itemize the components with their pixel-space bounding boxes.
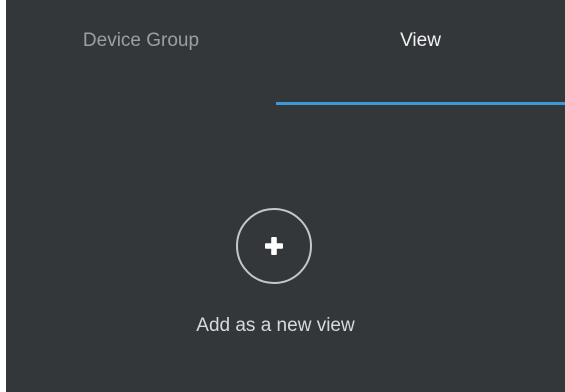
plus-icon [265, 237, 283, 255]
view-panel: Device Group View Add as a new view [6, 0, 565, 392]
tab-bar: Device Group View [6, 0, 565, 105]
tab-device-group-label: Device Group [82, 29, 200, 51]
add-view-button[interactable] [236, 208, 312, 284]
tab-view-label: View [400, 29, 441, 51]
active-tab-indicator [276, 102, 565, 105]
tab-view[interactable]: View [276, 0, 565, 105]
empty-state: Add as a new view [6, 200, 565, 360]
tab-device-group[interactable]: Device Group [6, 0, 276, 105]
add-view-label: Add as a new view [196, 315, 355, 336]
